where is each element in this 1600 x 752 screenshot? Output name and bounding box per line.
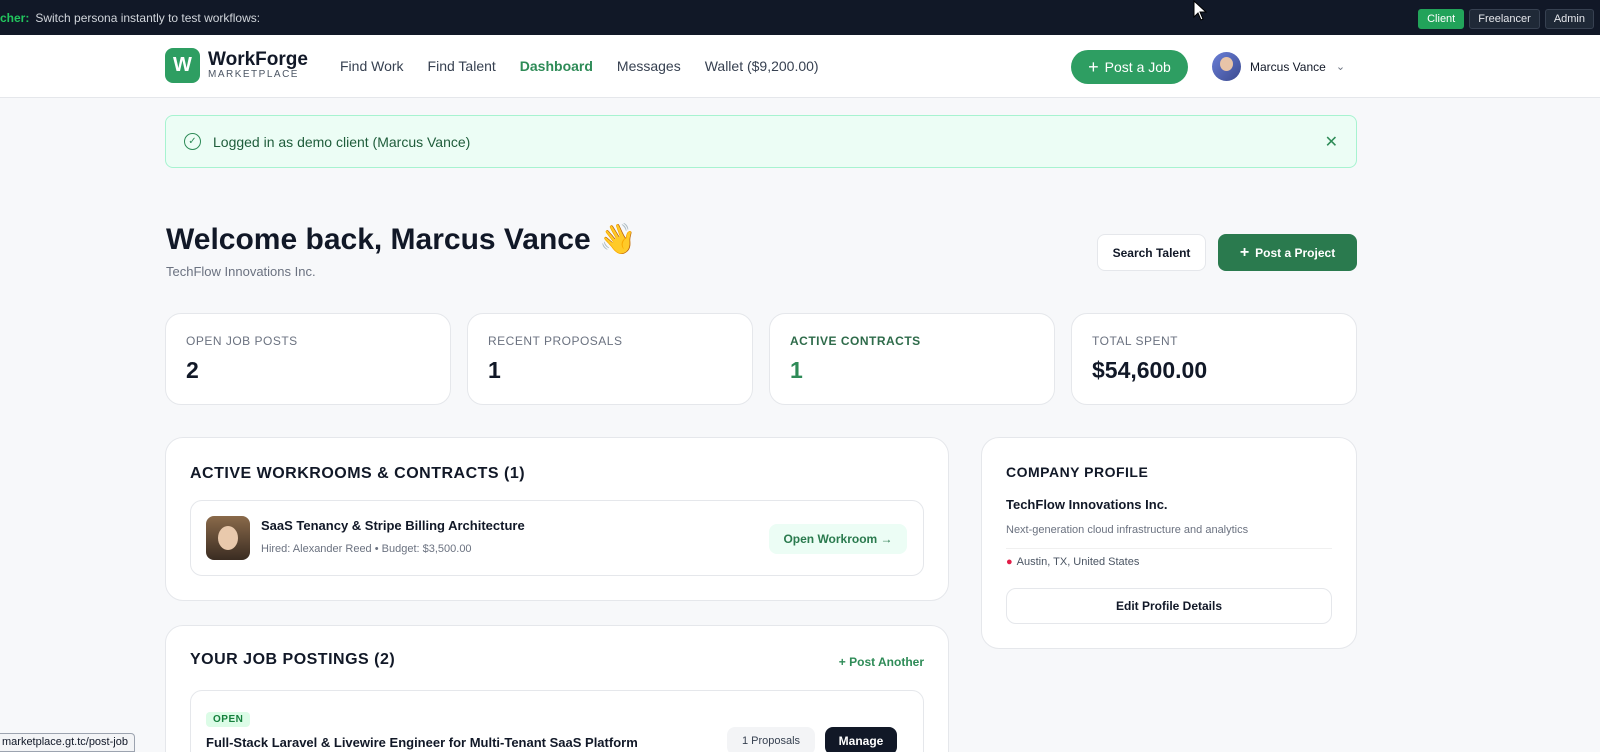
location-pin-icon: ● (1006, 556, 1013, 568)
avatar (1212, 52, 1241, 81)
stat-active-contracts: ACTIVE CONTRACTS 1 (769, 313, 1055, 405)
list-item[interactable]: SaaS Tenancy & Stripe Billing Architectu… (190, 500, 924, 576)
persona-switcher-label: cher: (0, 10, 30, 25)
company-subtitle: TechFlow Innovations Inc. (166, 264, 316, 279)
nav-find-talent[interactable]: Find Talent (428, 58, 496, 74)
status-url-tooltip: marketplace.gt.tc/post-job (0, 733, 135, 752)
persona-switcher-bar: cher: Switch persona instantly to test w… (0, 0, 1600, 35)
stat-open-job-posts: OPEN JOB POSTS 2 (165, 313, 451, 405)
persona-admin-button[interactable]: Admin (1544, 9, 1594, 29)
post-project-button[interactable]: + Post a Project (1218, 234, 1357, 271)
stat-value: 1 (790, 357, 803, 383)
check-circle-icon: ✓ (184, 133, 201, 150)
mouse-cursor-icon (1193, 0, 1208, 21)
close-icon[interactable]: ✕ (1325, 132, 1338, 152)
site-header: W WorkForge MARKETPLACE Find Work Find T… (0, 35, 1600, 98)
stat-label: ACTIVE CONTRACTS (790, 334, 921, 348)
avatar (206, 516, 250, 560)
logo[interactable]: W WorkForge MARKETPLACE (165, 48, 308, 83)
post-job-label: Post a Job (1104, 59, 1171, 75)
post-job-button[interactable]: + Post a Job (1071, 50, 1188, 84)
company-description: Next-generation cloud infrastructure and… (1006, 524, 1249, 536)
post-project-label: Post a Project (1255, 245, 1336, 260)
workrooms-card: ACTIVE WORKROOMS & CONTRACTS (1) SaaS Te… (165, 437, 949, 601)
logo-mark-icon: W (165, 48, 200, 83)
plus-icon: + (1088, 57, 1099, 77)
persona-freelancer-button[interactable]: Freelancer (1469, 9, 1540, 29)
list-item: OPEN Full-Stack Laravel & Livewire Engin… (190, 690, 924, 752)
stat-value: 2 (186, 357, 199, 383)
job-title[interactable]: Full-Stack Laravel & Livewire Engineer f… (206, 735, 638, 750)
status-badge: OPEN (206, 712, 251, 727)
stat-label: TOTAL SPENT (1092, 334, 1178, 348)
workroom-title: SaaS Tenancy & Stripe Billing Architectu… (261, 518, 525, 533)
stat-total-spent: TOTAL SPENT $54,600.00 (1071, 313, 1357, 405)
login-alert: ✓ Logged in as demo client (Marcus Vance… (165, 115, 1357, 168)
nav-wallet[interactable]: Wallet ($9,200.00) (705, 58, 819, 74)
job-postings-title: YOUR JOB POSTINGS (2) (190, 651, 396, 668)
stat-label: OPEN JOB POSTS (186, 334, 298, 348)
persona-switcher-text: Switch persona instantly to test workflo… (35, 10, 261, 25)
logo-subtitle: MARKETPLACE (208, 69, 299, 80)
post-another-link[interactable]: + Post Another (839, 655, 924, 669)
logo-name: WorkForge (208, 49, 308, 70)
workrooms-title: ACTIVE WORKROOMS & CONTRACTS (1) (190, 465, 526, 482)
divider (1006, 548, 1332, 549)
company-location: ● Austin, TX, United States (1006, 556, 1139, 568)
persona-client-button[interactable]: Client (1418, 9, 1465, 29)
proposals-count-button[interactable]: 1 Proposals (727, 727, 815, 752)
search-talent-button[interactable]: Search Talent (1097, 234, 1206, 271)
company-profile-title: COMPANY PROFILE (1006, 464, 1149, 480)
plus-icon: + (1239, 243, 1250, 261)
page-title: Welcome back, Marcus Vance 👋 (166, 223, 637, 256)
main-nav: Find Work Find Talent Dashboard Messages… (340, 58, 819, 74)
company-profile-card: COMPANY PROFILE TechFlow Innovations Inc… (981, 437, 1357, 649)
manage-job-button[interactable]: Manage (825, 727, 897, 752)
company-name: TechFlow Innovations Inc. (1006, 497, 1168, 512)
user-name: Marcus Vance (1250, 59, 1326, 74)
nav-messages[interactable]: Messages (617, 58, 681, 74)
user-menu[interactable]: Marcus Vance ⌄ (1212, 52, 1345, 81)
chevron-down-icon: ⌄ (1335, 61, 1346, 73)
workroom-meta: Hired: Alexander Reed • Budget: $3,500.0… (261, 543, 472, 555)
nav-dashboard[interactable]: Dashboard (520, 58, 593, 74)
stat-recent-proposals: RECENT PROPOSALS 1 (467, 313, 753, 405)
stat-label: RECENT PROPOSALS (488, 334, 623, 348)
alert-message: Logged in as demo client (Marcus Vance) (213, 133, 471, 150)
job-postings-card: YOUR JOB POSTINGS (2) + Post Another OPE… (165, 625, 949, 752)
stat-value: $54,600.00 (1092, 357, 1208, 383)
open-workroom-button[interactable]: Open Workroom → (769, 524, 907, 554)
stat-value: 1 (488, 357, 501, 383)
persona-options: Client Freelancer Admin (1418, 9, 1594, 29)
edit-profile-button[interactable]: Edit Profile Details (1006, 588, 1332, 624)
nav-find-work[interactable]: Find Work (340, 58, 404, 74)
company-location-text: Austin, TX, United States (1016, 556, 1140, 568)
